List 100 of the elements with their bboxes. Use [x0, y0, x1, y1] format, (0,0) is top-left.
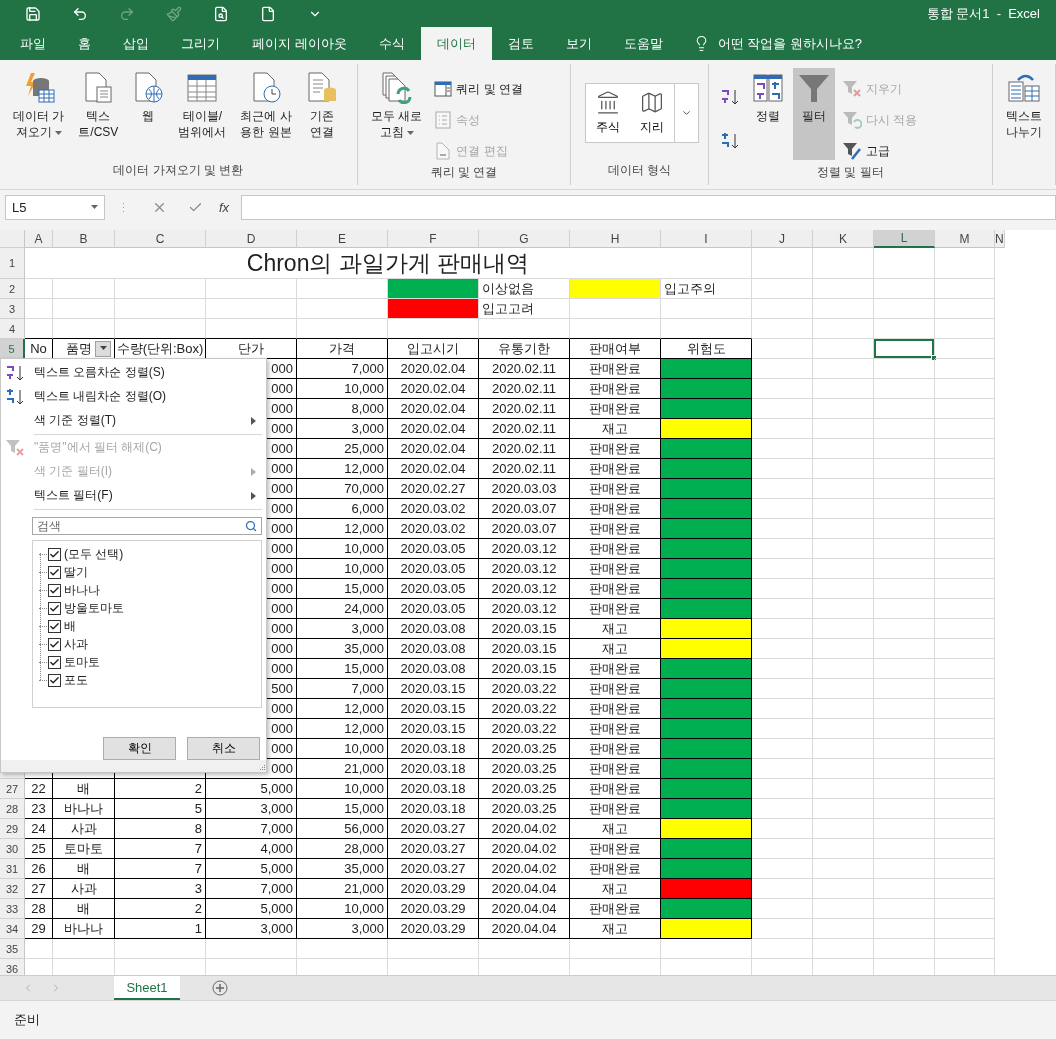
empty-cell[interactable]	[874, 759, 935, 779]
column-header[interactable]: H	[570, 230, 661, 248]
empty-cell[interactable]	[935, 739, 995, 759]
empty-cell[interactable]	[570, 319, 661, 339]
empty-cell[interactable]	[813, 839, 874, 859]
empty-cell[interactable]	[813, 359, 874, 379]
empty-cell[interactable]	[813, 639, 874, 659]
empty-cell[interactable]	[813, 579, 874, 599]
empty-cell[interactable]	[935, 879, 995, 899]
ribbon-button[interactable]: 정렬	[747, 68, 789, 160]
column-header[interactable]: C	[115, 230, 206, 248]
column-header[interactable]: G	[479, 230, 570, 248]
empty-cell[interactable]	[53, 319, 115, 339]
empty-cell[interactable]	[874, 499, 935, 519]
empty-cell[interactable]	[813, 399, 874, 419]
empty-cell[interactable]	[115, 319, 206, 339]
empty-cell[interactable]	[813, 559, 874, 579]
empty-cell[interactable]	[813, 819, 874, 839]
checkbox[interactable]	[48, 584, 61, 597]
empty-cell[interactable]	[874, 539, 935, 559]
empty-cell[interactable]	[813, 299, 874, 319]
empty-cell[interactable]	[874, 419, 935, 439]
empty-cell[interactable]	[935, 719, 995, 739]
empty-cell[interactable]	[874, 359, 935, 379]
empty-cell[interactable]	[206, 939, 297, 959]
filter-dropdown-button[interactable]	[95, 340, 111, 357]
empty-cell[interactable]	[935, 459, 995, 479]
checkbox[interactable]	[48, 656, 61, 669]
ribbon-button[interactable]: 웹	[127, 68, 170, 129]
empty-cell[interactable]	[388, 939, 479, 959]
column-header[interactable]: J	[752, 230, 813, 248]
empty-cell[interactable]	[874, 399, 935, 419]
ribbon-button[interactable]: 쿼리 및 연결	[431, 76, 526, 102]
empty-cell[interactable]	[813, 859, 874, 879]
empty-cell[interactable]	[813, 799, 874, 819]
column-header[interactable]: E	[297, 230, 388, 248]
ribbon-button[interactable]: 필터	[793, 68, 835, 160]
empty-cell[interactable]	[935, 519, 995, 539]
empty-cell[interactable]	[661, 299, 752, 319]
empty-cell[interactable]	[935, 659, 995, 679]
search-field[interactable]: 검색	[32, 516, 262, 536]
ribbon-button[interactable]: 기존 연결	[300, 68, 343, 145]
empty-cell[interactable]	[935, 679, 995, 699]
empty-cell[interactable]	[935, 759, 995, 779]
empty-cell[interactable]	[813, 879, 874, 899]
ribbon-tab[interactable]: 홈	[62, 27, 107, 60]
empty-cell[interactable]	[813, 919, 874, 939]
empty-cell[interactable]	[752, 319, 813, 339]
empty-cell[interactable]	[935, 359, 995, 379]
empty-cell[interactable]	[752, 248, 813, 279]
ribbon-tab[interactable]: 데이터	[420, 27, 492, 60]
empty-cell[interactable]	[874, 248, 935, 279]
empty-cell[interactable]	[752, 939, 813, 959]
column-header[interactable]: B	[53, 230, 115, 248]
ribbon-button[interactable]: 모두 새로 고침	[366, 68, 428, 145]
ribbon-button[interactable]: 텍스트 나누기	[1001, 68, 1047, 145]
empty-cell[interactable]	[570, 939, 661, 959]
empty-cell[interactable]	[935, 819, 995, 839]
empty-cell[interactable]	[935, 859, 995, 879]
ribbon-tab[interactable]: 페이지 레이아웃	[236, 27, 363, 60]
empty-cell[interactable]	[874, 559, 935, 579]
empty-cell[interactable]	[935, 619, 995, 639]
select-all-button[interactable]	[0, 230, 25, 248]
empty-cell[interactable]	[874, 919, 935, 939]
empty-cell[interactable]	[874, 899, 935, 919]
ribbon-tab[interactable]: 검토	[491, 27, 550, 60]
empty-cell[interactable]	[813, 419, 874, 439]
empty-cell[interactable]	[813, 479, 874, 499]
empty-cell[interactable]	[813, 719, 874, 739]
empty-cell[interactable]	[935, 699, 995, 719]
empty-cell[interactable]	[874, 579, 935, 599]
ribbon-tab[interactable]: 보기	[549, 27, 608, 60]
empty-cell[interactable]	[874, 679, 935, 699]
ribbon-button[interactable]: 테이블/ 범위에서	[173, 68, 232, 145]
checkbox[interactable]	[48, 548, 61, 561]
checkbox[interactable]	[48, 674, 61, 687]
empty-cell[interactable]	[874, 939, 935, 959]
empty-cell[interactable]	[935, 639, 995, 659]
empty-cell[interactable]	[874, 779, 935, 799]
empty-cell[interactable]	[206, 279, 297, 299]
empty-cell[interactable]	[813, 599, 874, 619]
empty-cell[interactable]	[479, 939, 570, 959]
name-box[interactable]: L5	[5, 195, 105, 220]
empty-cell[interactable]	[935, 399, 995, 419]
empty-cell[interactable]	[297, 319, 388, 339]
ribbon-tab[interactable]: 그리기	[165, 27, 236, 60]
empty-cell[interactable]	[752, 339, 813, 359]
empty-cell[interactable]	[813, 379, 874, 399]
column-header[interactable]: N	[995, 230, 1005, 248]
empty-cell[interactable]	[53, 279, 115, 299]
empty-cell[interactable]	[813, 339, 874, 359]
empty-cell[interactable]	[935, 779, 995, 799]
empty-cell[interactable]	[813, 499, 874, 519]
tell-me-field[interactable]: 어떤 작업을 원하시나요?	[717, 34, 863, 53]
ribbon-button[interactable]: 최근에 사 용한 원본	[235, 68, 297, 145]
empty-cell[interactable]	[935, 439, 995, 459]
empty-cell[interactable]	[874, 799, 935, 819]
empty-cell[interactable]	[935, 839, 995, 859]
empty-cell[interactable]	[935, 559, 995, 579]
empty-cell[interactable]	[874, 519, 935, 539]
